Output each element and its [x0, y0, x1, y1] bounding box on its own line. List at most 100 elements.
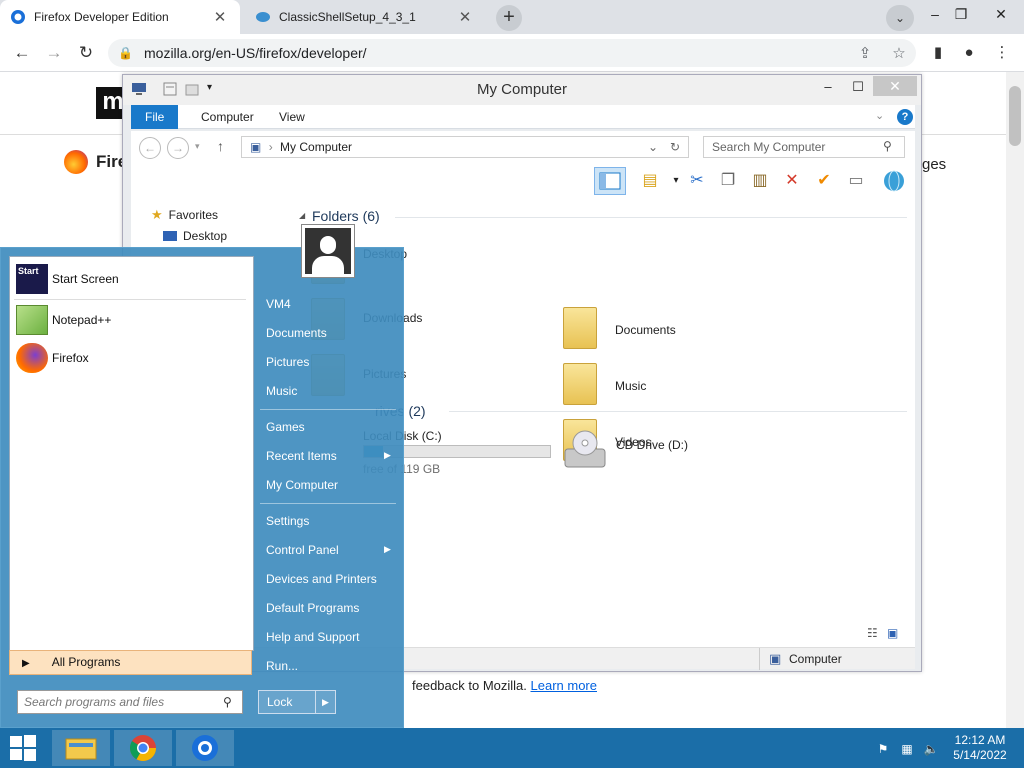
- copy-icon[interactable]: ❐: [715, 169, 741, 193]
- ribbon-tab-computer[interactable]: Computer: [187, 105, 268, 129]
- search-icon[interactable]: ⚲: [223, 695, 232, 709]
- nav-link-partial[interactable]: ges: [922, 156, 946, 173]
- start-link-help-support[interactable]: Help and Support: [262, 624, 396, 650]
- url-text: mozilla.org/en-US/firefox/developer/: [144, 45, 367, 61]
- start-link-default-programs[interactable]: Default Programs: [262, 595, 396, 621]
- star-icon: ★: [151, 207, 163, 222]
- taskbar-file-explorer[interactable]: [52, 730, 110, 766]
- start-link-run[interactable]: Run...: [262, 653, 396, 679]
- explorer-titlebar[interactable]: ▾ My Computer – ☐ ✕: [123, 75, 921, 105]
- tab-classicshell[interactable]: ClassicShellSetup_4_3_1 ✕: [245, 0, 485, 34]
- submenu-arrow-icon: ▶: [384, 450, 391, 460]
- explorer-forward-button[interactable]: →: [167, 137, 189, 159]
- new-tab-button[interactable]: +: [496, 5, 522, 31]
- profile-avatar-icon[interactable]: ●: [957, 42, 981, 64]
- nav-desktop[interactable]: Desktop: [163, 229, 227, 243]
- network-globe-icon[interactable]: [881, 169, 907, 193]
- scrollbar-thumb[interactable]: [1009, 86, 1021, 146]
- start-link-vm4[interactable]: VM4: [262, 291, 396, 317]
- tab-firefox-developer[interactable]: Firefox Developer Edition ✕: [0, 0, 240, 34]
- drive-d-tile[interactable]: CD Drive (D:): [563, 429, 688, 476]
- close-tab-icon[interactable]: ✕: [455, 8, 475, 26]
- start-link-games[interactable]: Games: [262, 414, 396, 440]
- collapse-group-icon[interactable]: ◢: [299, 211, 305, 220]
- system-clock[interactable]: 12:12 AM 5/14/2022: [944, 733, 1016, 763]
- preview-pane-icon[interactable]: [594, 167, 626, 195]
- explorer-search-input[interactable]: Search My Computer: [703, 136, 905, 158]
- address-dropdown-icon[interactable]: ⌄: [648, 137, 658, 157]
- explorer-maximize-button[interactable]: ☐: [843, 77, 873, 97]
- pinned-start-screen[interactable]: Start Start Screen: [16, 261, 246, 297]
- learn-more-link[interactable]: Learn more: [531, 678, 597, 693]
- start-link-recent-items[interactable]: Recent Items: [262, 443, 396, 469]
- new-item-icon[interactable]: ▭: [843, 169, 869, 193]
- reload-button[interactable]: ↻: [74, 41, 98, 65]
- start-link-control-panel[interactable]: Control Panel: [262, 537, 396, 563]
- address-bar[interactable]: 🔒 mozilla.org/en-US/firefox/developer/ ⇪…: [108, 39, 916, 67]
- notepadpp-icon: [16, 305, 48, 335]
- pinned-notepadpp[interactable]: Notepad++: [16, 302, 246, 338]
- firefox-favicon-icon: [11, 10, 25, 24]
- explorer-back-button[interactable]: ←: [139, 137, 161, 159]
- all-programs-button[interactable]: ▶ All Programs: [9, 650, 252, 675]
- user-avatar[interactable]: [301, 224, 355, 278]
- close-tab-icon[interactable]: ✕: [210, 8, 230, 26]
- breadcrumb-chevron-icon[interactable]: ›: [269, 140, 273, 154]
- explorer-close-button[interactable]: ✕: [873, 76, 917, 96]
- ribbon-tab-view[interactable]: View: [265, 105, 319, 129]
- large-icons-view-icon[interactable]: ▣: [887, 626, 898, 640]
- tab-search-button[interactable]: ⌄: [886, 5, 914, 31]
- bookmark-star-icon[interactable]: ☆: [882, 44, 916, 62]
- restore-window-button[interactable]: ❐: [948, 3, 974, 25]
- help-icon[interactable]: ?: [897, 109, 913, 125]
- page-scrollbar[interactable]: [1006, 72, 1024, 728]
- pinned-divider: [14, 299, 246, 300]
- refresh-icon[interactable]: ↻: [670, 137, 680, 157]
- up-arrow-icon[interactable]: ↑: [217, 138, 224, 154]
- start-link-settings[interactable]: Settings: [262, 508, 396, 534]
- group-divider: [449, 411, 907, 412]
- side-panel-icon[interactable]: ▮: [926, 42, 950, 64]
- address-row: ← → ▾ ↑ ▣ › My Computer ⌄ ↻ Search My Co…: [131, 131, 915, 163]
- explorer-minimize-button[interactable]: –: [813, 77, 843, 97]
- share-icon[interactable]: ⇪: [848, 44, 882, 62]
- lock-icon[interactable]: 🔒: [118, 46, 136, 60]
- close-window-button[interactable]: ✕: [988, 3, 1014, 25]
- explorer-address-bar[interactable]: ▣ › My Computer ⌄ ↻: [241, 136, 689, 158]
- recent-locations-icon[interactable]: ▾: [195, 141, 200, 152]
- forward-button[interactable]: →: [42, 41, 66, 65]
- lock-button[interactable]: Lock ▶: [258, 690, 336, 714]
- folders-group-header[interactable]: Folders (6): [312, 208, 380, 224]
- nav-favorites[interactable]: ★ Favorites: [151, 207, 218, 223]
- breadcrumb-current[interactable]: My Computer: [280, 140, 352, 154]
- submenu-arrow-icon: ▶: [384, 544, 391, 554]
- start-link-my-computer[interactable]: My Computer: [262, 472, 396, 498]
- explorer-title: My Computer: [476, 81, 568, 98]
- paste-icon[interactable]: ▥: [747, 169, 773, 193]
- more-menu-icon[interactable]: ⋮: [990, 42, 1014, 64]
- taskbar-chrome[interactable]: [114, 730, 172, 766]
- start-link-devices-printers[interactable]: Devices and Printers: [262, 566, 396, 592]
- pinned-firefox[interactable]: Firefox: [16, 340, 246, 376]
- ribbon-tab-file[interactable]: File: [131, 105, 179, 129]
- back-button[interactable]: ←: [10, 41, 34, 65]
- start-link-documents[interactable]: Documents: [262, 320, 396, 346]
- minimize-window-button[interactable]: –: [922, 3, 948, 25]
- cut-icon[interactable]: ✂: [684, 169, 710, 193]
- properties-icon[interactable]: ▤: [637, 169, 663, 193]
- search-icon[interactable]: ⚲: [883, 139, 892, 153]
- feedback-text: feedback to Mozilla. Learn more: [412, 678, 597, 693]
- start-link-music[interactable]: Music: [262, 378, 396, 404]
- volume-muted-icon[interactable]: 🔈: [922, 740, 940, 758]
- power-options-arrow-icon[interactable]: ▶: [315, 691, 335, 713]
- start-button[interactable]: [0, 730, 46, 766]
- details-view-icon[interactable]: ☷: [867, 626, 878, 640]
- network-icon[interactable]: ▦: [898, 740, 916, 758]
- delete-icon[interactable]: ✕: [779, 169, 805, 193]
- rename-check-icon[interactable]: ✔: [811, 169, 837, 193]
- action-center-flag-icon[interactable]: ⚑: [874, 740, 892, 758]
- taskbar-firefox[interactable]: [176, 730, 234, 766]
- expand-ribbon-icon[interactable]: ⌄: [875, 109, 884, 122]
- start-search-input[interactable]: Search programs and files: [17, 690, 243, 714]
- start-link-pictures[interactable]: Pictures: [262, 349, 396, 375]
